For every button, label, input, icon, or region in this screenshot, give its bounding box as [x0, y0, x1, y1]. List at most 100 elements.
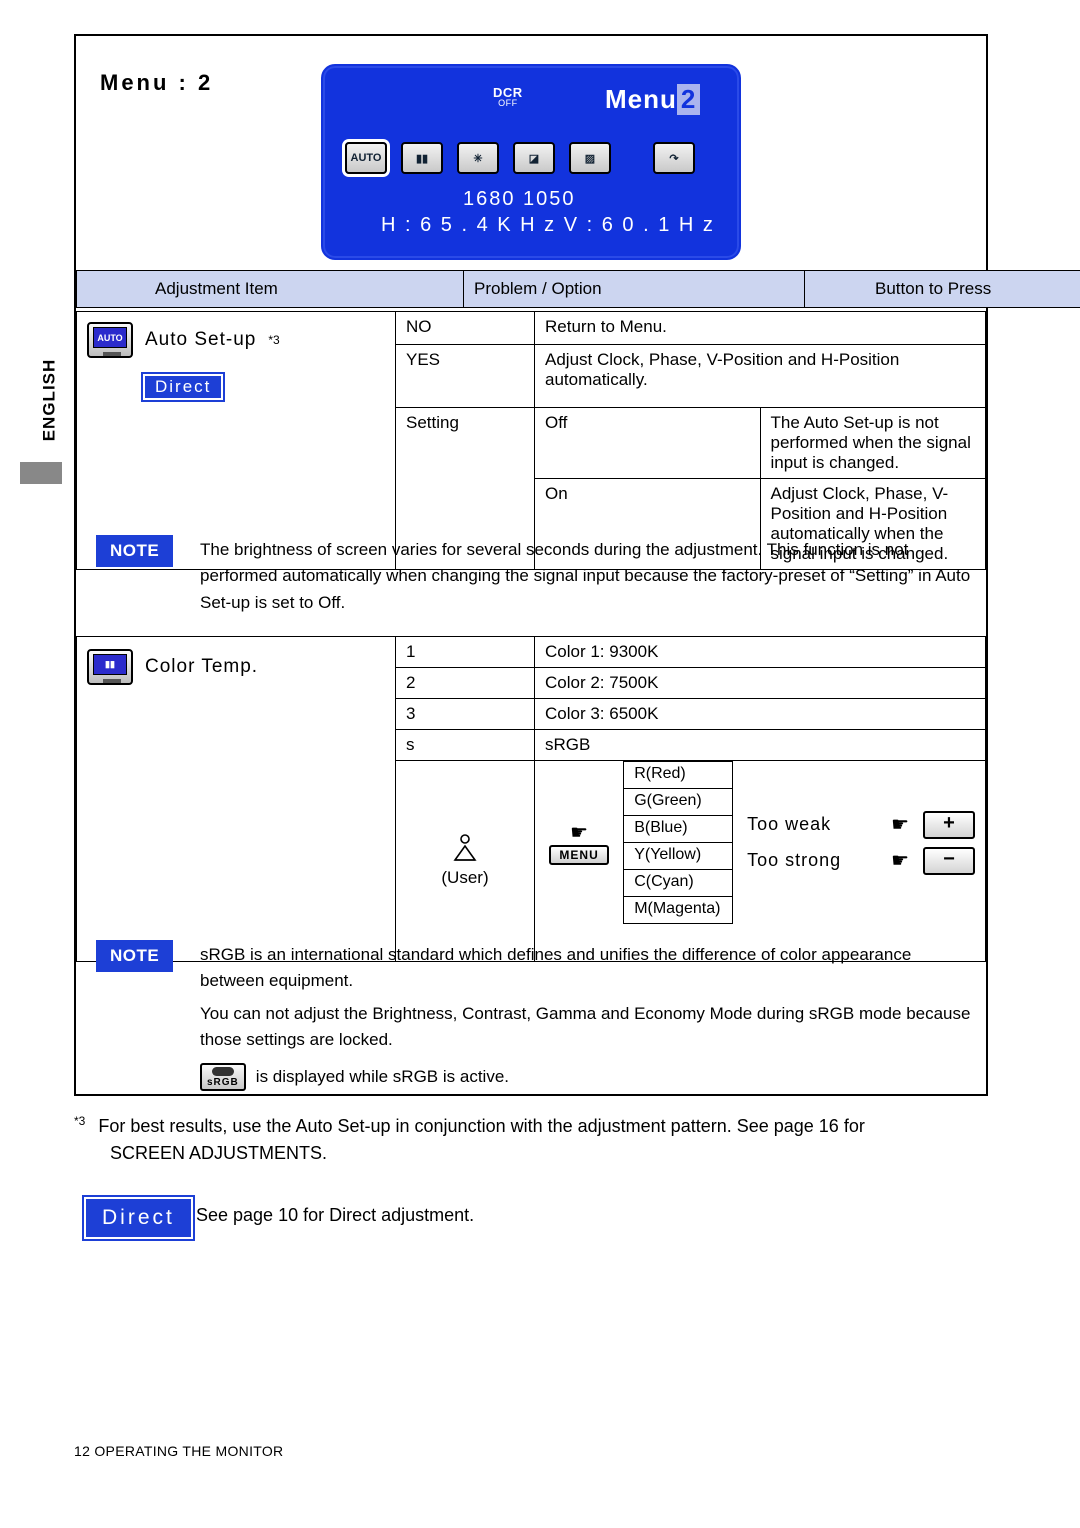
auto-setup-option-1: YES — [395, 344, 535, 408]
note-text-1: The brightness of screen varies for seve… — [200, 540, 971, 612]
note-badge-2: NOTE — [96, 940, 174, 972]
srgb-pill — [211, 1067, 234, 1077]
user-icon — [452, 834, 478, 864]
color-temp-option-2: 3 — [395, 698, 535, 730]
osd-frequency: H : 6 5 . 4 K H z V : 6 0 . 1 H z — [381, 214, 715, 236]
page-footer: 12 OPERATING THE MONITOR — [74, 1443, 284, 1459]
exit-icon[interactable]: ↷ — [653, 142, 695, 174]
list-item: G(Green) — [623, 788, 734, 816]
channel-r: R(Red) — [623, 761, 734, 789]
direct-badge: Direct — [141, 372, 226, 402]
srgb-chip-label: sRGB — [207, 1077, 239, 1089]
color-temp-user-label: (User) — [441, 868, 489, 887]
note2-line1: sRGB is an international standard which … — [200, 945, 912, 991]
adjust-actions-cell: Too weak ☛ + Too strong ☛ − — [733, 761, 985, 924]
auto-setup-table: AUTO Auto Set-up *3 Direct NO Return to … — [76, 311, 986, 570]
too-strong-label: Too strong — [747, 850, 842, 870]
auto-setup-icon-glyph: AUTO — [350, 152, 382, 164]
color-temp-option-1: 2 — [395, 667, 535, 699]
list-item: M(Magenta) — [623, 896, 734, 924]
misc-icon-glyph: ▨ — [584, 152, 596, 165]
color-channel-table: ☛ MENU R(Red) G(Green) B(Blue) Y(Yellow)… — [535, 761, 985, 924]
note-badge-1: NOTE — [96, 535, 174, 567]
auto-setup-monitor-icon: AUTO — [87, 322, 133, 358]
osd-menu-number: 2 — [676, 84, 701, 115]
language-tab-label: ENGLISH — [39, 358, 58, 442]
footnote-text: For best results, use the Auto Set-up in… — [98, 1116, 865, 1136]
col-header-button-to-press: Button to Press — [804, 270, 1080, 308]
color-temp-option-0: 1 — [395, 636, 535, 668]
col-header-problem-option: Problem / Option — [463, 270, 805, 308]
hand-pointer-icon: ☛ — [570, 821, 589, 844]
contrast-icon-glyph: ◪ — [528, 152, 540, 165]
list-item: C(Cyan) — [623, 869, 734, 897]
direct-bottom-text: See page 10 for Direct adjustment. — [196, 1205, 475, 1225]
color-temp-option-3: s — [395, 729, 535, 761]
auto-setup-sub-2: Off — [534, 407, 761, 479]
minus-button[interactable]: − — [923, 846, 975, 875]
monitor-stand — [103, 352, 121, 356]
picture-adjust-icon-glyph: ✳ — [473, 152, 483, 165]
color-temp-icon[interactable]: ▮▮ — [401, 142, 443, 174]
channel-y: Y(Yellow) — [623, 842, 734, 870]
monitor-stand — [103, 679, 121, 683]
color-temp-user-cell: (User) — [395, 760, 535, 962]
auto-setup-footnote-marker: *3 — [268, 333, 280, 347]
table-row: Adjustment Item Problem / Option Button … — [76, 270, 1080, 308]
channel-g: G(Green) — [623, 788, 734, 816]
list-item: R(Red) — [623, 761, 734, 789]
color-temp-desc-0: Color 1: 9300K — [534, 636, 986, 668]
menu-key-cell: ☛ MENU — [535, 761, 623, 924]
channel-c: C(Cyan) — [623, 869, 734, 897]
color-temp-desc-2: Color 3: 6500K — [534, 698, 986, 730]
channel-m: M(Magenta) — [623, 896, 734, 924]
dcr-indicator: DCR OFF — [493, 86, 523, 108]
color-temp-cell: ▮▮ Color Temp. — [76, 636, 396, 962]
picture-adjust-icon[interactable]: ✳ — [457, 142, 499, 174]
color-temp-desc-3: sRGB — [534, 729, 986, 761]
exit-icon-glyph: ↷ — [669, 152, 679, 165]
list-item: Y(Yellow) — [623, 842, 734, 870]
channel-b: B(Blue) — [623, 815, 734, 843]
color-temp-desc-1: Color 2: 7500K — [534, 667, 986, 699]
hand-pointer-icon: ☛ — [891, 850, 909, 872]
auto-setup-monitor-icon-inner: AUTO — [93, 327, 127, 348]
channel-list-cell: R(Red) G(Green) B(Blue) Y(Yellow) C(Cyan… — [623, 761, 734, 924]
auto-setup-option-0: NO — [395, 311, 535, 345]
contrast-icon[interactable]: ◪ — [513, 142, 555, 174]
footnote: *3 For best results, use the Auto Set-up… — [74, 1112, 994, 1167]
footnote-marker: *3 — [74, 1114, 86, 1128]
page-title: Menu : 2 — [100, 70, 214, 95]
color-temp-label: Color Temp. — [145, 656, 259, 677]
misc-icon[interactable]: ▨ — [569, 142, 611, 174]
auto-setup-icon[interactable]: AUTO — [345, 142, 387, 174]
footnote-text2: SCREEN ADJUSTMENTS. — [110, 1143, 328, 1163]
language-tab: ENGLISH — [36, 340, 62, 460]
color-temp-monitor-icon-inner: ▮▮ — [93, 654, 127, 675]
plus-button[interactable]: + — [923, 810, 975, 839]
auto-setup-desc-0: Return to Menu. — [534, 311, 986, 345]
dcr-state: OFF — [498, 98, 518, 108]
note-text-2: sRGB is an international standard which … — [200, 942, 980, 1092]
auto-setup-cell: AUTO Auto Set-up *3 Direct — [76, 311, 396, 570]
table-row: ☛ MENU R(Red) G(Green) B(Blue) Y(Yellow)… — [535, 761, 985, 924]
table-row: ▮▮ Color Temp. 1 Color 1: 9300K — [76, 636, 986, 962]
color-temp-monitor-icon: ▮▮ — [87, 649, 133, 685]
language-tab-marker — [20, 462, 62, 484]
table-row: AUTO Auto Set-up *3 Direct NO Return to … — [76, 311, 986, 570]
table-header-row: Adjustment Item Problem / Option Button … — [76, 270, 1080, 308]
too-weak-label: Too weak — [747, 814, 832, 834]
auto-setup-label: Auto Set-up — [145, 329, 257, 350]
osd-preview: DCR OFF Menu 2 AUTO ▮▮ ✳ ◪ ▨ ↷ 1680 1050 … — [321, 64, 741, 260]
list-item: B(Blue) — [623, 815, 734, 843]
menu-button-key[interactable]: MENU — [549, 845, 609, 866]
color-temp-table: ▮▮ Color Temp. 1 Color 1: 9300K 2 Color … — [76, 636, 986, 962]
srgb-indicator-icon: sRGB — [200, 1063, 246, 1092]
color-temp-icon-glyph: ▮▮ — [415, 152, 429, 165]
direct-badge-bottom: Direct — [82, 1195, 195, 1241]
note2-line3: is displayed while sRGB is active. — [255, 1067, 510, 1087]
osd-menu-word: Menu — [605, 84, 677, 114]
osd-resolution: 1680 1050 — [463, 188, 576, 210]
col-header-adjustment-item: Adjustment Item — [76, 270, 464, 308]
auto-setup-desc-2: The Auto Set-up is not performed when th… — [759, 407, 986, 479]
